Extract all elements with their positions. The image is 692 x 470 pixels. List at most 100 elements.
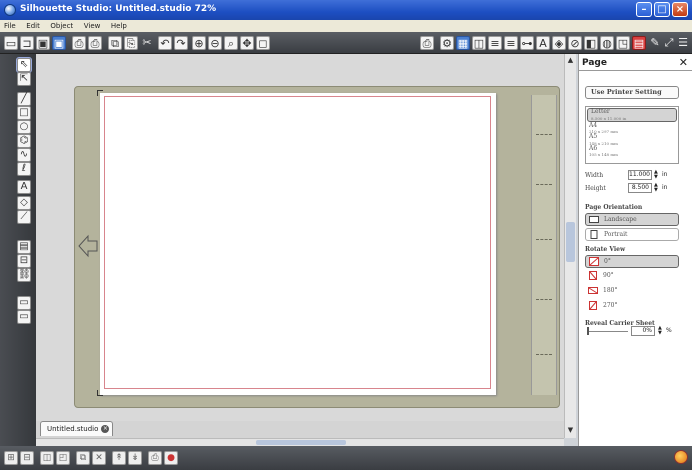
cutter-icon[interactable]: ⎙ xyxy=(420,36,434,50)
cut-settings-icon[interactable]: ▤ xyxy=(632,36,646,50)
reveal-spinner-icon[interactable]: ▲ ▼ xyxy=(658,326,664,336)
menu-help[interactable]: Help xyxy=(107,20,131,32)
copy-icon[interactable]: ⧉ xyxy=(108,36,122,50)
edit-points-icon[interactable]: ⇱ xyxy=(17,72,31,86)
height-field[interactable]: 8.500 xyxy=(628,183,652,193)
horizontal-scrollbar[interactable] xyxy=(36,438,564,446)
bring-forward-icon[interactable]: ↟ xyxy=(112,451,126,465)
line-icon[interactable]: ╱ xyxy=(17,92,31,106)
line-style-icon[interactable]: ≡ xyxy=(488,36,502,50)
text-style-icon[interactable]: A xyxy=(536,36,550,50)
menu-view[interactable]: View xyxy=(80,20,105,32)
cut-print-icon[interactable]: ⎙ xyxy=(88,36,102,50)
menu-object[interactable]: Object xyxy=(46,20,77,32)
library-icon[interactable]: ▤ xyxy=(17,240,31,254)
tab-untitled-studio[interactable]: Untitled.studio × xyxy=(40,421,114,436)
save-icon[interactable]: ▣ xyxy=(36,36,50,50)
reveal-slider-track[interactable] xyxy=(588,331,628,332)
vertical-scrollbar[interactable]: ▲ ▼ xyxy=(564,54,576,438)
zoom-select-icon[interactable]: ⌕ xyxy=(224,36,238,50)
print-icon[interactable]: ⎙ xyxy=(72,36,86,50)
duplicate-icon[interactable]: ⧉ xyxy=(76,451,90,465)
pan-icon[interactable]: ✥ xyxy=(240,36,254,50)
reveal-slider-handle[interactable] xyxy=(587,327,589,335)
registration-icon[interactable]: ◫ xyxy=(472,36,486,50)
list-item[interactable]: A6 105 x 148 mm xyxy=(586,145,678,157)
open-icon[interactable]: ⊐ xyxy=(20,36,34,50)
freehand-icon[interactable]: ℓ xyxy=(17,162,31,176)
new-icon[interactable]: ▭ xyxy=(4,36,18,50)
make-compound-icon[interactable]: ◫ xyxy=(40,451,54,465)
page-settings-icon[interactable]: ⚙ xyxy=(440,36,454,50)
landscape-option[interactable]: Landscape xyxy=(585,213,679,226)
rotate-180-option[interactable]: 180° xyxy=(585,285,679,298)
scroll-down-icon[interactable]: ▼ xyxy=(566,426,575,435)
grid-icon[interactable]: ▦ xyxy=(456,36,470,50)
delete-icon[interactable]: ✕ xyxy=(92,451,106,465)
zoom-in-icon[interactable]: ⊕ xyxy=(192,36,206,50)
cut-send-icon[interactable]: ● xyxy=(164,451,178,465)
group-icon[interactable]: ⊞ xyxy=(4,451,18,465)
reveal-value-field[interactable]: 0% xyxy=(631,326,655,336)
scroll-up-icon[interactable]: ▲ xyxy=(566,56,575,65)
status-indicator-icon[interactable] xyxy=(674,450,688,464)
replicate-icon[interactable]: ⊘ xyxy=(568,36,582,50)
text-icon[interactable]: A xyxy=(17,180,31,194)
line-color-icon[interactable]: ⊶ xyxy=(520,36,534,50)
tab-close-icon[interactable]: × xyxy=(101,425,110,433)
minimize-button[interactable]: – xyxy=(636,2,652,17)
fit-page-icon[interactable]: ◻ xyxy=(256,36,270,50)
list-item[interactable]: A4 210 x 297 mm xyxy=(586,122,678,134)
links-icon[interactable]: ⛓ xyxy=(17,268,31,282)
panel-toggle-icon[interactable]: ☰ xyxy=(676,36,690,50)
trace-icon[interactable]: ◳ xyxy=(616,36,630,50)
store-icon[interactable]: ⊟ xyxy=(17,254,31,268)
height-spinner-icon[interactable]: ▲ ▼ xyxy=(654,183,660,193)
list-item[interactable]: A5 148 x 210 mm xyxy=(586,133,678,145)
fill-icon[interactable]: ≡ xyxy=(504,36,518,50)
mat-dash xyxy=(536,354,552,355)
expand-icon[interactable]: ⤢ xyxy=(662,36,676,50)
ungroup-icon[interactable]: ⊟ xyxy=(20,451,34,465)
menu-edit[interactable]: Edit xyxy=(22,20,44,32)
portrait-option[interactable]: Portrait xyxy=(585,228,679,241)
knife-icon[interactable]: ⟋ xyxy=(17,210,31,224)
rotate-0-option[interactable]: 0° xyxy=(585,255,679,268)
width-field[interactable]: 11.000 xyxy=(628,170,652,180)
page-size-list[interactable]: Letter 8.500 x 11.000 in A4 210 x 297 mm… xyxy=(585,106,679,164)
redo-icon[interactable]: ↷ xyxy=(174,36,188,50)
design-canvas[interactable] xyxy=(36,54,564,438)
rotate-90-option[interactable]: 90° xyxy=(585,270,679,283)
paste-icon[interactable]: ⎘ xyxy=(124,36,138,50)
undo-icon[interactable]: ↶ xyxy=(158,36,172,50)
list-item[interactable]: Letter 8.500 x 11.000 in xyxy=(587,108,677,122)
curve-icon[interactable]: ∿ xyxy=(17,148,31,162)
pen-icon[interactable]: ✎ xyxy=(648,36,662,50)
rectangle-icon[interactable]: □ xyxy=(17,106,31,120)
horizontal-scroll-thumb[interactable] xyxy=(256,440,346,445)
panel-dock-top-icon[interactable]: ▭ xyxy=(17,296,31,310)
send-backward-icon[interactable]: ↡ xyxy=(128,451,142,465)
eraser-icon[interactable]: ◇ xyxy=(17,196,31,210)
cut-icon[interactable]: ✂ xyxy=(140,36,154,50)
vertical-scroll-thumb[interactable] xyxy=(566,222,575,262)
menu-file[interactable]: File xyxy=(0,20,20,32)
close-button[interactable]: × xyxy=(672,2,688,17)
save-as-icon[interactable]: ▣ xyxy=(52,36,66,50)
tool-strip: ⇖ ⇱ ╱ □ ○ ⌬ ∿ ℓ A ◇ ⟋ ▤ ⊟ ⛓ ▭ ▭ xyxy=(0,54,36,446)
print-cut-icon[interactable]: ⎙ xyxy=(148,451,162,465)
ellipse-icon[interactable]: ○ xyxy=(17,120,31,134)
width-spinner-icon[interactable]: ▲ ▼ xyxy=(654,170,660,180)
select-icon[interactable]: ⇖ xyxy=(16,57,32,73)
panel-close-icon[interactable]: ✕ xyxy=(679,56,688,69)
modify-icon[interactable]: ◧ xyxy=(584,36,598,50)
release-compound-icon[interactable]: ◰ xyxy=(56,451,70,465)
panel-dock-bottom-icon[interactable]: ▭ xyxy=(17,310,31,324)
polygon-icon[interactable]: ⌬ xyxy=(17,134,31,148)
rotate-270-option[interactable]: 270° xyxy=(585,300,679,313)
offset-icon[interactable]: ◍ xyxy=(600,36,614,50)
transform-icon[interactable]: ◈ xyxy=(552,36,566,50)
zoom-out-icon[interactable]: ⊖ xyxy=(208,36,222,50)
use-printer-setting-button[interactable]: Use Printer Setting xyxy=(585,86,679,99)
maximize-button[interactable]: □ xyxy=(654,2,670,17)
